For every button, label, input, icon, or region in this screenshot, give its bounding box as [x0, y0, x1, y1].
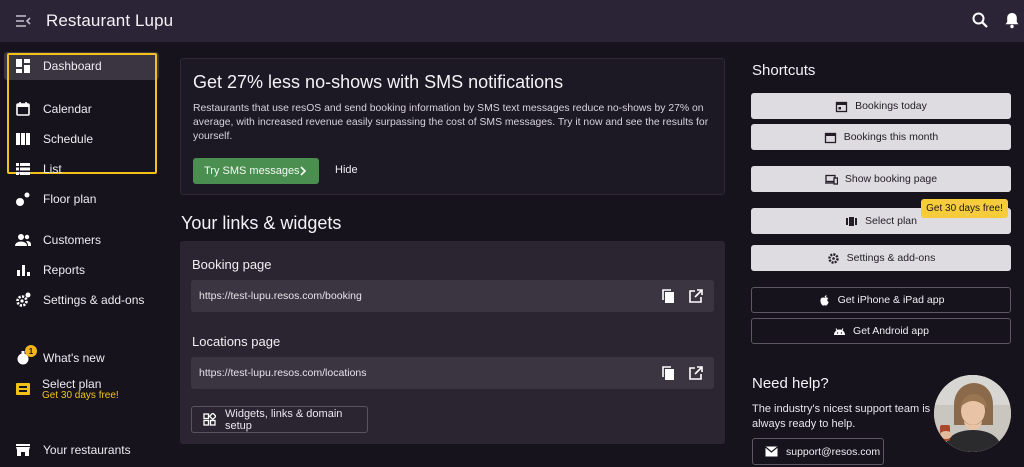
copy-icon[interactable]	[660, 288, 676, 304]
sms-promo-title: Get 27% less no-shows with SMS notificat…	[193, 72, 564, 92]
gear-icon	[827, 252, 840, 265]
sidebar-item-label: Your restaurants	[43, 443, 131, 457]
apple-icon	[818, 294, 831, 307]
sidebar-item-select-plan[interactable]: Select plan Get 30 days free!	[4, 376, 159, 402]
sidebar-item-label: Calendar	[43, 102, 92, 116]
settings-button[interactable]: Settings & add-ons	[751, 245, 1011, 271]
locations-page-label: Locations page	[192, 334, 281, 349]
bookings-month-button[interactable]: Bookings this month	[751, 124, 1011, 150]
try-sms-button[interactable]: Try SMS messages	[193, 158, 319, 184]
locations-url[interactable]: https://test-lupu.resos.com/locations	[199, 367, 367, 379]
links-section-title: Your links & widgets	[181, 213, 342, 233]
hide-button[interactable]: Hide	[335, 164, 358, 176]
bell-icon[interactable]	[1003, 11, 1021, 29]
widgets-icon	[203, 412, 217, 426]
plan-icon	[845, 215, 858, 228]
gear-icon	[15, 292, 31, 308]
settings-shortcut-label: Settings & add-ons	[846, 252, 936, 264]
sidebar-item-label: List	[43, 162, 62, 176]
sidebar-item-customers[interactable]: Customers	[4, 226, 159, 254]
support-agent-avatar	[934, 375, 1011, 452]
free-trial-badge: Get 30 days free!	[921, 199, 1008, 218]
try-sms-label: Try SMS messages	[204, 165, 300, 177]
collapse-menu-icon[interactable]	[14, 12, 32, 30]
shortcuts-title: Shortcuts	[752, 62, 816, 79]
floor-plan-icon	[15, 191, 31, 207]
show-booking-page-label: Show booking page	[844, 173, 938, 185]
calendar-icon	[824, 131, 837, 144]
sidebar-item-your-restaurants[interactable]: Your restaurants	[4, 436, 159, 464]
chevron-right-icon	[298, 165, 308, 177]
select-plan-shortcut-label: Select plan	[865, 215, 917, 227]
list-icon	[15, 161, 31, 177]
android-icon	[833, 325, 846, 338]
search-icon[interactable]	[971, 11, 989, 29]
sidebar-item-settings[interactable]: Settings & add-ons	[4, 286, 159, 314]
sms-promo-card: Get 27% less no-shows with SMS notificat…	[180, 58, 725, 195]
schedule-icon	[15, 131, 31, 147]
support-email-button[interactable]: support@resos.com	[752, 438, 884, 465]
sidebar-item-floor-plan[interactable]: Floor plan	[4, 185, 159, 213]
sms-promo-text: Restaurants that use resOS and send book…	[193, 103, 709, 142]
store-icon	[15, 442, 31, 458]
android-app-label: Get Android app	[853, 325, 929, 337]
sidebar-item-label: Floor plan	[43, 192, 97, 206]
plan-icon	[15, 381, 31, 397]
sidebar-item-list[interactable]: List	[4, 155, 159, 183]
calendar-icon	[15, 101, 31, 117]
help-title: Need help?	[752, 375, 829, 392]
open-external-icon[interactable]	[688, 365, 704, 381]
bookings-month-label: Bookings this month	[843, 131, 939, 143]
sidebar-item-label: Customers	[43, 233, 102, 247]
support-email: support@resos.com	[786, 445, 881, 458]
calendar-icon	[835, 100, 848, 113]
widgets-setup-button[interactable]: Widgets, links & domain setup	[191, 406, 368, 433]
sidebar-item-label: Settings & add-ons	[43, 293, 145, 307]
whats-new-badge: 1	[25, 345, 37, 357]
sidebar-item-reports[interactable]: Reports	[4, 256, 159, 284]
links-card: Booking page https://test-lupu.resos.com…	[180, 241, 725, 444]
top-bar: Restaurant Lupu	[0, 0, 1024, 42]
email-icon	[765, 446, 778, 457]
bookings-today-label: Bookings today	[855, 100, 927, 112]
booking-url[interactable]: https://test-lupu.resos.com/booking	[199, 290, 362, 302]
bookings-today-button[interactable]: Bookings today	[751, 93, 1011, 119]
sidebar-item-schedule[interactable]: Schedule	[4, 125, 159, 153]
sidebar-item-label: Reports	[43, 263, 86, 277]
sidebar-item-label: Schedule	[43, 132, 94, 146]
booking-page-label: Booking page	[192, 257, 272, 272]
sidebar-item-calendar[interactable]: Calendar	[4, 95, 159, 123]
app-title: Restaurant Lupu	[46, 11, 174, 30]
help-text: The industry's nicest support team is al…	[752, 403, 931, 430]
widgets-setup-label: Widgets, links & domain setup	[225, 407, 343, 432]
show-booking-page-button[interactable]: Show booking page	[751, 166, 1011, 192]
devices-icon	[824, 173, 839, 186]
sidebar-item-label: What's new	[43, 351, 105, 365]
select-plan-sub: Get 30 days free!	[42, 390, 119, 401]
locations-url-box: https://test-lupu.resos.com/locations	[191, 357, 714, 389]
iphone-app-button[interactable]: Get iPhone & iPad app	[751, 287, 1011, 313]
iphone-app-label: Get iPhone & iPad app	[837, 294, 945, 306]
copy-icon[interactable]	[660, 365, 676, 381]
customers-icon	[15, 232, 31, 248]
open-external-icon[interactable]	[688, 288, 704, 304]
booking-url-box: https://test-lupu.resos.com/booking	[191, 280, 714, 312]
bar-chart-icon	[15, 262, 31, 278]
android-app-button[interactable]: Get Android app	[751, 318, 1011, 344]
select-plan-label: Select plan	[42, 377, 102, 391]
